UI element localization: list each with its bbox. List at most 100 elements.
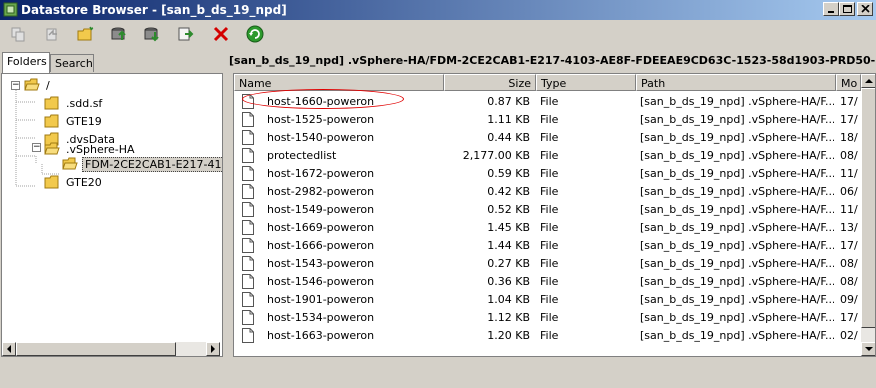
scroll-thumb[interactable] bbox=[861, 88, 875, 328]
minimize-button[interactable] bbox=[823, 2, 839, 16]
table-row[interactable]: host-1525-poweron 1.11 KB File [san_b_ds_19… bbox=[234, 111, 858, 129]
tab-folders[interactable]: Folders bbox=[2, 52, 50, 73]
scroll-right-button[interactable] bbox=[206, 342, 220, 356]
file-type: File bbox=[540, 239, 559, 252]
register-vm-button[interactable] bbox=[174, 23, 198, 45]
table-row[interactable]: host-1534-poweron 1.12 KB File [san_b_ds_19… bbox=[234, 309, 858, 327]
table-row[interactable]: host-1543-poweron 0.27 KB File [san_b_ds_19… bbox=[234, 255, 858, 273]
file-name: host-1666-poweron bbox=[267, 239, 375, 252]
table-row[interactable]: host-1540-poweron 0.44 KB File [san_b_ds_19… bbox=[234, 129, 858, 147]
table-row[interactable]: host-1549-poweron 0.52 KB File [san_b_ds_19… bbox=[234, 201, 858, 219]
download-button[interactable] bbox=[140, 23, 164, 45]
file-path: [san_b_ds_19_npd] .vSphere-HA/F... bbox=[640, 131, 834, 144]
scroll-down-button[interactable] bbox=[861, 342, 875, 356]
tree-collapse-vsphere-ha[interactable]: − bbox=[32, 143, 41, 152]
upload-button[interactable] bbox=[107, 23, 131, 45]
file-path: [san_b_ds_19_npd] .vSphere-HA/F... bbox=[640, 239, 834, 252]
tree-collapse-root[interactable]: − bbox=[11, 81, 20, 90]
file-modified: 13/ bbox=[840, 221, 858, 234]
minimize-icon bbox=[828, 11, 834, 13]
file-modified: 17/ bbox=[840, 311, 858, 324]
table-row[interactable]: host-1669-poweron 1.45 KB File [san_b_ds_19… bbox=[234, 219, 858, 237]
folder-open-icon bbox=[24, 78, 40, 91]
tree-node-label: FDM-2CE2CAB1-E217-4103- bbox=[82, 156, 222, 172]
file-size: 0.44 KB bbox=[487, 131, 530, 144]
paste-button[interactable] bbox=[40, 23, 64, 45]
file-path: [san_b_ds_19_npd] .vSphere-HA/F... bbox=[640, 167, 834, 180]
file-type: File bbox=[540, 95, 559, 108]
tree-node-gte20[interactable]: GTE20 bbox=[44, 174, 104, 190]
file-size: 2,177.00 KB bbox=[462, 149, 530, 162]
paste-icon bbox=[46, 28, 57, 41]
highlight-annotation bbox=[242, 89, 404, 109]
file-name: host-1546-poweron bbox=[267, 275, 375, 288]
scroll-left-button[interactable] bbox=[2, 342, 16, 356]
column-header-path[interactable]: Path bbox=[636, 74, 836, 91]
scroll-thumb[interactable] bbox=[16, 342, 176, 356]
folder-tree: − − / .sdd.sf GTE19 .dvsData .vSphere-HA… bbox=[1, 73, 223, 357]
tab-search[interactable]: Search bbox=[50, 54, 94, 72]
column-header-type[interactable]: Type bbox=[536, 74, 636, 91]
window-title: Datastore Browser - [san_b_ds_19_npd] bbox=[21, 3, 287, 17]
file-modified: 06/ bbox=[840, 185, 858, 198]
delete-button[interactable] bbox=[209, 23, 233, 45]
file-size: 1.11 KB bbox=[487, 113, 530, 126]
table-row[interactable]: protectedlist 2,177.00 KB File [san_b_ds_19… bbox=[234, 147, 858, 165]
file-type: File bbox=[540, 149, 559, 162]
file-type: File bbox=[540, 257, 559, 270]
tree-node-label: .vSphere-HA bbox=[66, 142, 135, 156]
file-modified: 17/ bbox=[840, 239, 858, 252]
tree-node-vsphere-ha[interactable]: .vSphere-HA bbox=[44, 141, 137, 157]
tree-node-sdd-sf[interactable]: .sdd.sf bbox=[44, 95, 104, 111]
file-type: File bbox=[540, 203, 559, 216]
table-row[interactable]: host-1666-poweron 1.44 KB File [san_b_ds_19… bbox=[234, 237, 858, 255]
file-type: File bbox=[540, 167, 559, 180]
scroll-up-button[interactable] bbox=[861, 74, 875, 88]
file-path: [san_b_ds_19_npd] .vSphere-HA/F... bbox=[640, 275, 834, 288]
column-header-size[interactable]: Size bbox=[444, 74, 536, 91]
file-icon bbox=[242, 202, 254, 217]
file-path: [san_b_ds_19_npd] .vSphere-HA/F... bbox=[640, 329, 834, 342]
file-type: File bbox=[540, 185, 559, 198]
file-modified: 08/ bbox=[840, 257, 858, 270]
file-modified: 17/ bbox=[840, 113, 858, 126]
column-header-modified[interactable]: Mo bbox=[836, 74, 861, 91]
file-icon bbox=[242, 274, 254, 289]
new-folder-icon bbox=[77, 26, 94, 41]
copy-button[interactable] bbox=[6, 23, 30, 45]
maximize-icon bbox=[843, 5, 852, 13]
tree-lines bbox=[15, 86, 60, 187]
file-size: 0.36 KB bbox=[487, 275, 530, 288]
file-name: host-1540-poweron bbox=[267, 131, 375, 144]
table-row[interactable]: host-1901-poweron 1.04 KB File [san_b_ds_19… bbox=[234, 291, 858, 309]
tree-horizontal-scrollbar[interactable] bbox=[2, 342, 220, 356]
tree-node-fdm[interactable]: FDM-2CE2CAB1-E217-4103- bbox=[62, 156, 222, 172]
table-row[interactable]: host-2982-poweron 0.42 KB File [san_b_ds_19… bbox=[234, 183, 858, 201]
table-row[interactable]: host-1663-poweron 1.20 KB File [san_b_ds_19… bbox=[234, 327, 858, 345]
table-row[interactable]: host-1546-poweron 0.36 KB File [san_b_ds_19… bbox=[234, 273, 858, 291]
copy-icon bbox=[11, 27, 25, 42]
current-path: [san_b_ds_19_npd] .vSphere-HA/FDM-2CE2CA… bbox=[229, 54, 876, 67]
new-folder-button[interactable] bbox=[74, 23, 98, 45]
file-icon bbox=[242, 328, 254, 343]
file-name: protectedlist bbox=[267, 149, 337, 162]
file-modified: 09/ bbox=[840, 293, 858, 306]
tree-node-gte19[interactable]: GTE19 bbox=[44, 113, 104, 129]
file-name: host-1549-poweron bbox=[267, 203, 375, 216]
file-list-vertical-scrollbar[interactable] bbox=[861, 74, 875, 356]
arrow-left-icon bbox=[7, 345, 11, 353]
refresh-button[interactable] bbox=[243, 23, 267, 45]
file-icon bbox=[242, 148, 254, 163]
table-row[interactable]: host-1672-poweron 0.59 KB File [san_b_ds_19… bbox=[234, 165, 858, 183]
file-type: File bbox=[540, 293, 559, 306]
tree-node-label: .sdd.sf bbox=[66, 96, 103, 110]
file-list: Name Size Type Path Mo host-1660-poweron… bbox=[233, 73, 876, 357]
arrow-up-icon bbox=[864, 79, 873, 83]
file-name: host-2982-poweron bbox=[267, 185, 375, 198]
tree-node-root[interactable]: / bbox=[24, 77, 52, 93]
file-modified: 02/ bbox=[840, 329, 858, 342]
tree-node-label: / bbox=[46, 78, 50, 92]
maximize-button[interactable] bbox=[839, 2, 855, 16]
close-button[interactable] bbox=[857, 2, 873, 16]
download-icon bbox=[144, 27, 159, 42]
